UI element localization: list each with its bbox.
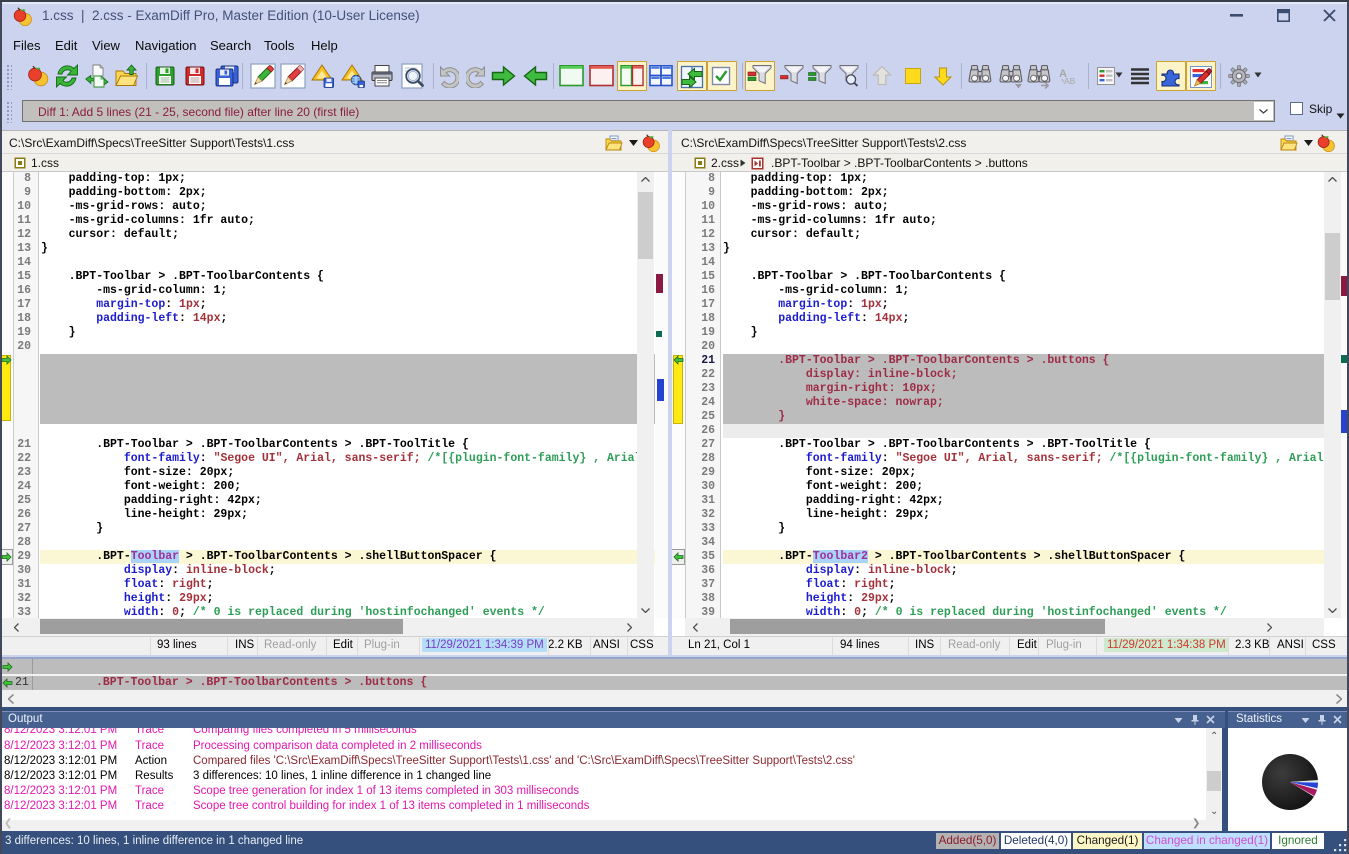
svg-text:AB: AB	[1064, 76, 1076, 86]
